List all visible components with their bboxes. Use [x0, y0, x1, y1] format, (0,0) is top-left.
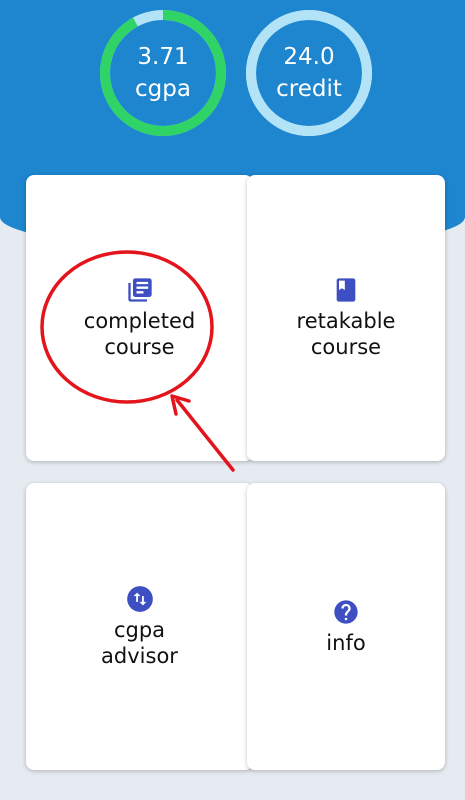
list-document-icon	[127, 278, 152, 302]
cgpa-value: 3.71	[137, 44, 189, 70]
cgpa-advisor-card[interactable]: cgpa advisor	[26, 483, 253, 770]
help-circle-icon	[334, 599, 358, 624]
book-icon	[336, 278, 356, 302]
info-card[interactable]: info	[247, 483, 445, 770]
completed-course-card[interactable]: completed course	[26, 175, 253, 461]
credit-value: 24.0	[283, 44, 335, 70]
cgpa-label: cgpa	[135, 76, 191, 102]
cgpa-advisor-label: cgpa advisor	[101, 617, 178, 668]
retakable-course-label: retakable course	[296, 309, 396, 359]
completed-course-label: completed course	[83, 309, 196, 359]
swap-vertical-icon	[126, 585, 153, 612]
credit-gauge: 24.0 credit	[244, 8, 374, 138]
retakable-course-card[interactable]: retakable course	[247, 175, 445, 461]
credit-label: credit	[276, 76, 342, 102]
info-label: info	[326, 630, 366, 655]
cgpa-gauge: 3.71 cgpa	[98, 8, 228, 138]
